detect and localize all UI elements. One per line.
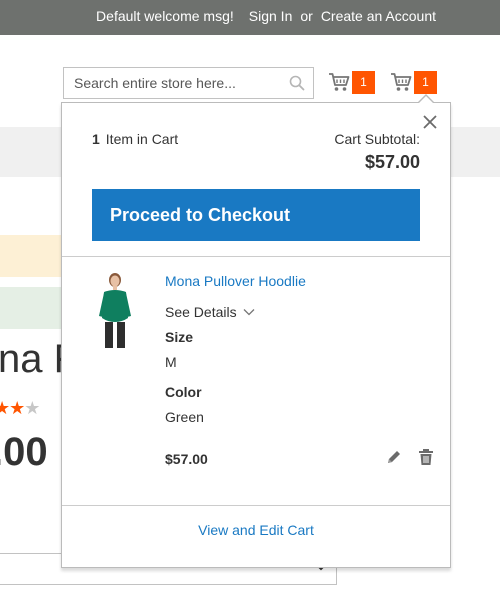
star-filled-icon: ★ bbox=[0, 398, 10, 418]
notice-message-background bbox=[0, 235, 62, 277]
search-input[interactable] bbox=[64, 68, 284, 98]
minicart-toggle-1[interactable]: 1 bbox=[328, 69, 375, 95]
search-box bbox=[63, 67, 314, 99]
items-in-cart: 1 Item in Cart bbox=[92, 131, 178, 147]
cart-subtotal-label: Cart Subtotal: bbox=[334, 131, 420, 147]
trash-icon[interactable] bbox=[417, 448, 435, 466]
chevron-down-icon bbox=[243, 309, 255, 316]
divider bbox=[62, 505, 450, 506]
top-panel-bar: Default welcome msg! Sign In or Create a… bbox=[0, 0, 500, 35]
search-icon[interactable] bbox=[289, 75, 305, 91]
item-price: $57.00 bbox=[165, 451, 208, 467]
items-in-cart-label: Item in Cart bbox=[105, 131, 179, 147]
item-count: 1 bbox=[92, 131, 100, 147]
minicart-toggle-2[interactable]: 1 bbox=[390, 69, 437, 95]
option-label-color: Color bbox=[165, 384, 202, 400]
cart-icon bbox=[329, 73, 350, 91]
proceed-to-checkout-button[interactable]: Proceed to Checkout bbox=[92, 189, 420, 241]
divider bbox=[62, 256, 450, 257]
option-value-size: M bbox=[165, 354, 177, 370]
view-and-edit-cart-link[interactable]: View and Edit Cart bbox=[62, 522, 450, 538]
product-image[interactable] bbox=[92, 270, 142, 350]
cart-counter-badge: 1 bbox=[352, 70, 375, 94]
cart-counter-badge: 1 bbox=[414, 70, 437, 94]
create-account-link[interactable]: Create an Account bbox=[321, 8, 436, 24]
cart-icon bbox=[391, 73, 412, 91]
cart-subtotal-value: $57.00 bbox=[364, 152, 420, 172]
header-links: Default welcome msg! Sign In or Create a… bbox=[96, 8, 436, 24]
close-icon[interactable] bbox=[421, 113, 439, 131]
star-filled-icon: ★ bbox=[9, 398, 25, 418]
dropdown-arrow-inner bbox=[418, 96, 434, 104]
product-price-fragment: .00 bbox=[0, 430, 48, 474]
sign-in-link[interactable]: Sign In bbox=[249, 8, 293, 24]
see-details-label: See Details bbox=[165, 304, 237, 320]
star-empty-icon: ★ bbox=[24, 398, 40, 418]
option-value-color: Green bbox=[165, 409, 204, 425]
pencil-icon[interactable] bbox=[386, 449, 402, 465]
option-label-size: Size bbox=[165, 329, 194, 345]
or-separator: or bbox=[300, 8, 313, 24]
see-details-toggle[interactable]: See Details bbox=[165, 304, 255, 320]
rating-stars: ★★★ bbox=[0, 398, 40, 419]
product-name-link[interactable]: Mona Pullover Hoodlie bbox=[165, 273, 306, 289]
welcome-message: Default welcome msg! bbox=[96, 8, 234, 24]
success-message-background bbox=[0, 287, 62, 329]
